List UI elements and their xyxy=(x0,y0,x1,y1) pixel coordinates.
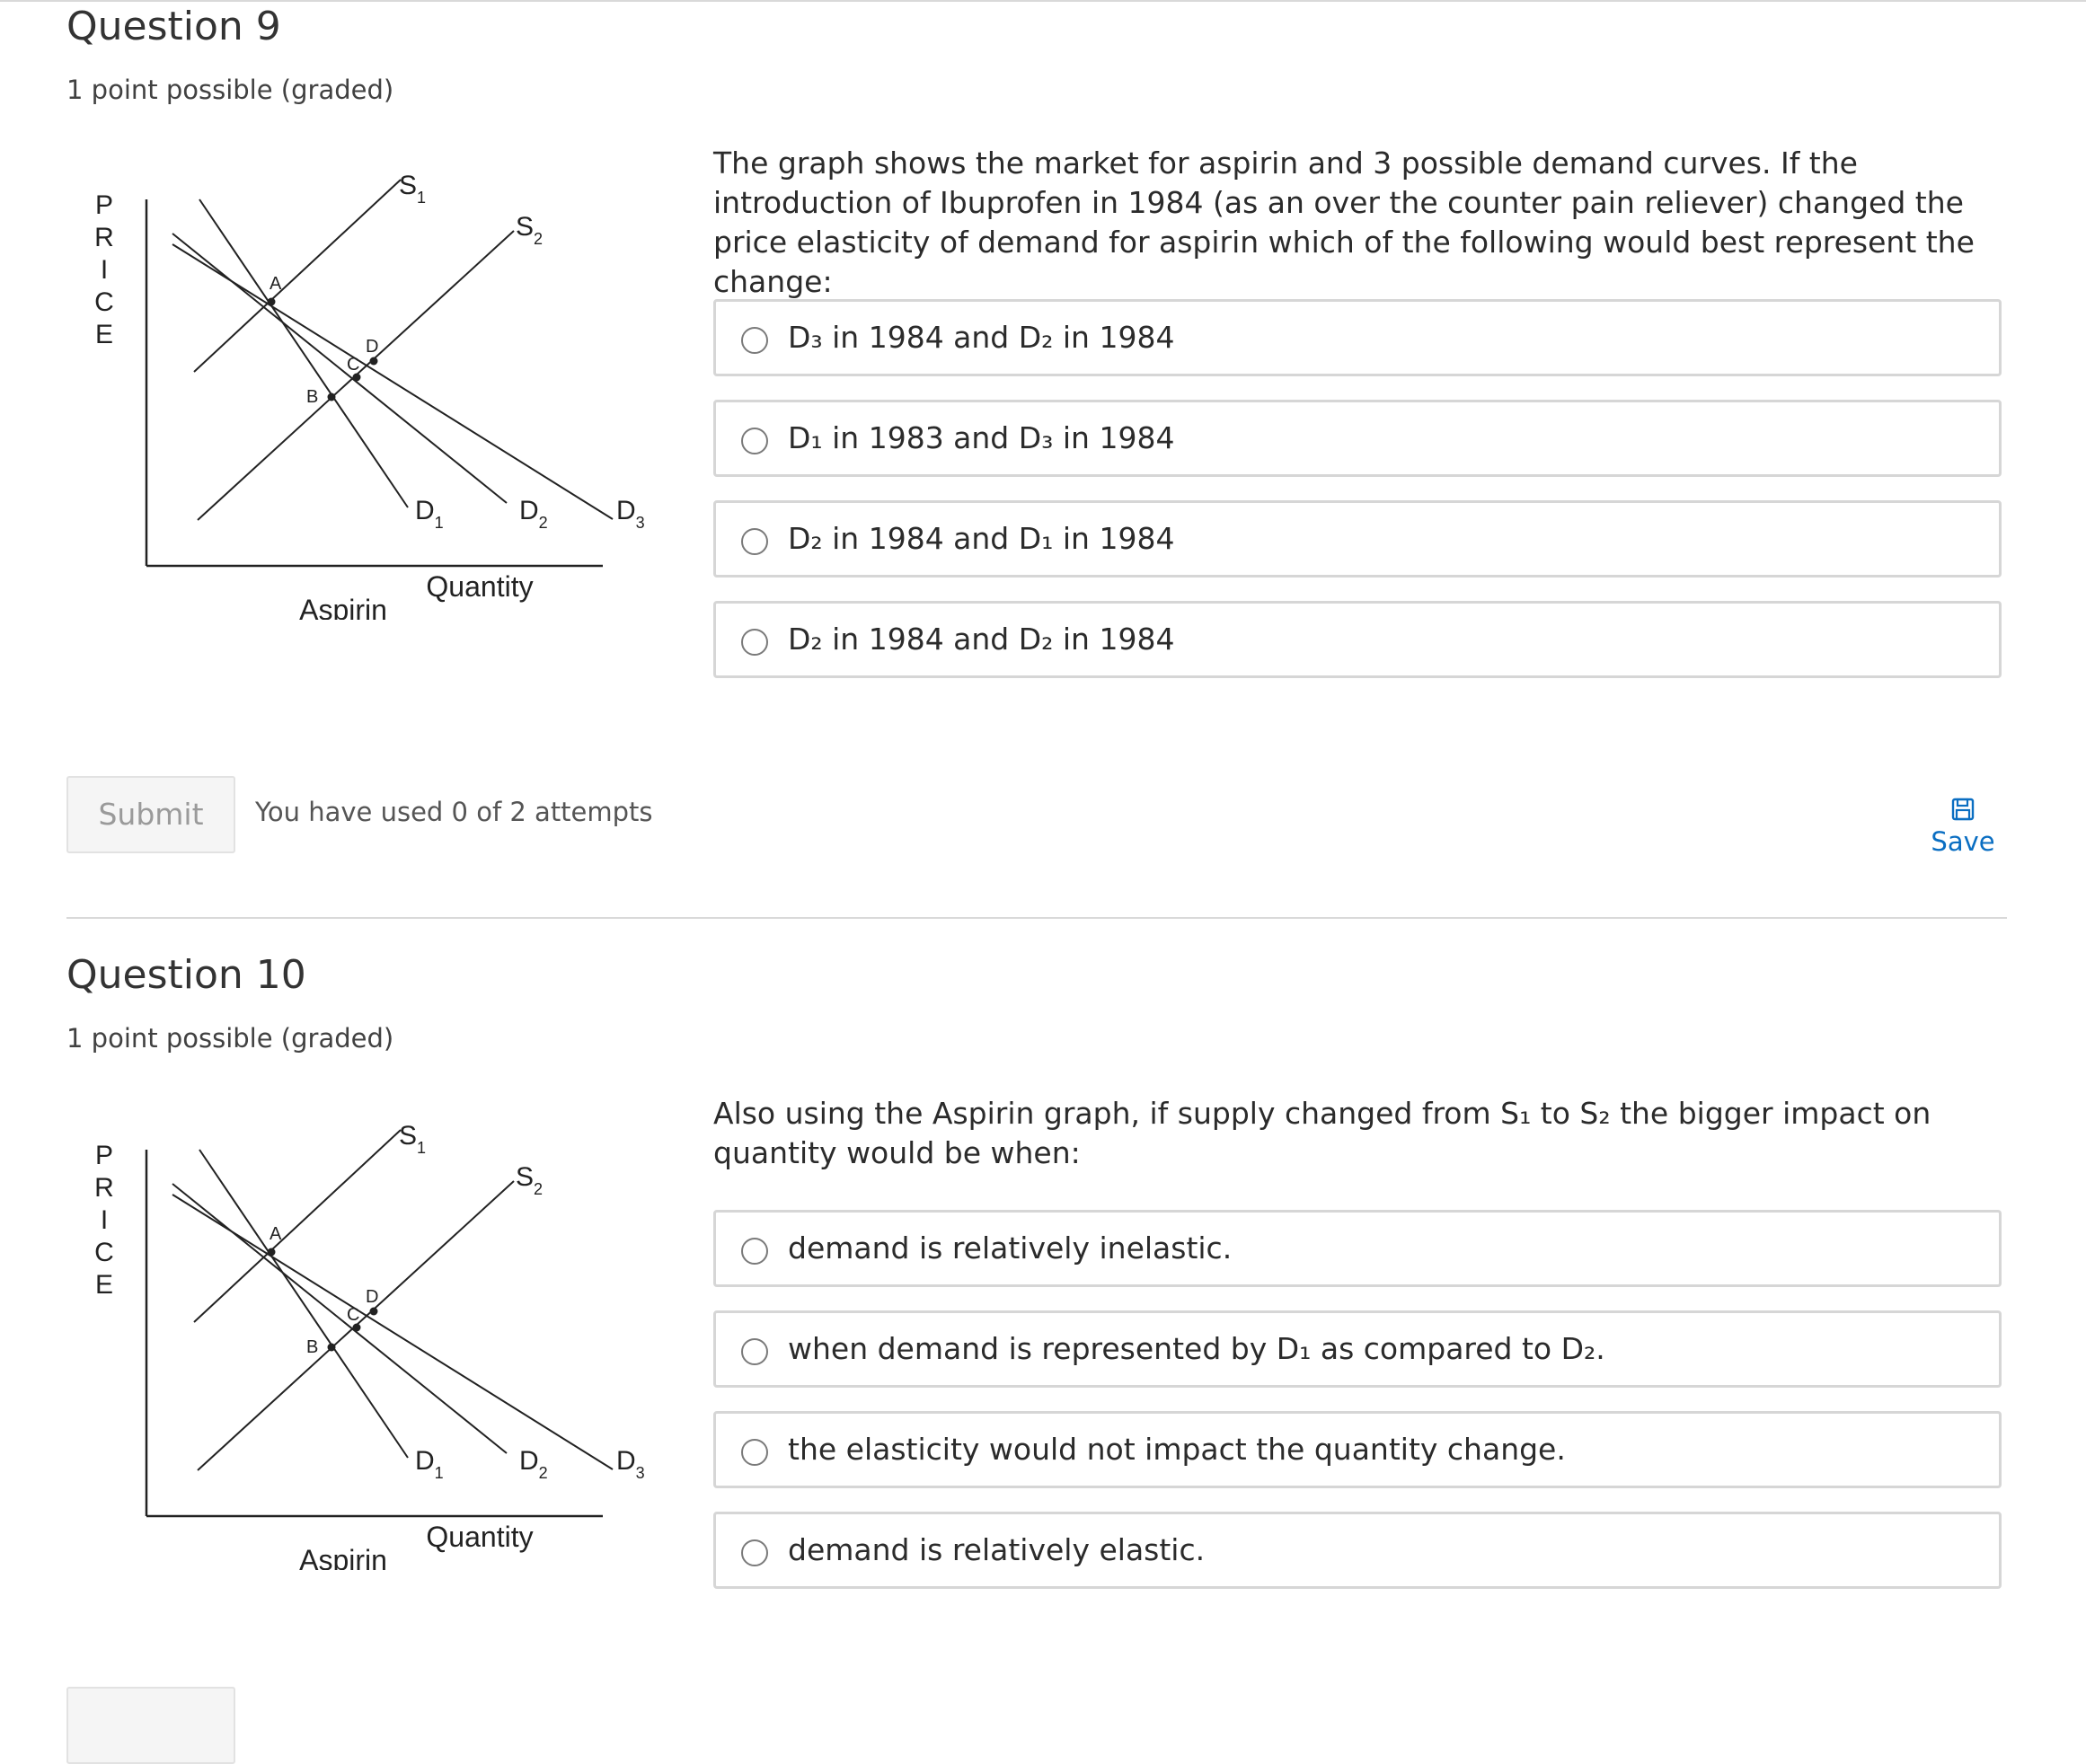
price-letter-p: P xyxy=(95,190,113,220)
aspirin-graph-svg: P R I C E A B C D S1 S2 D1 D2 D3 Quantit… xyxy=(94,171,645,620)
s2-label: S2 xyxy=(516,1162,543,1198)
x-axis-label: Quantity xyxy=(426,570,533,603)
s2-label: S2 xyxy=(516,212,543,248)
radio-button[interactable] xyxy=(741,1439,768,1466)
point-d xyxy=(369,1307,378,1316)
radio-button[interactable] xyxy=(741,1238,768,1265)
question-divider xyxy=(66,917,2007,919)
option-label: demand is relatively elastic. xyxy=(788,1532,1206,1567)
question-9-prompt: The graph shows the market for aspirin a… xyxy=(713,146,1975,299)
question-10-option-2[interactable]: when demand is represented by D₁ as comp… xyxy=(713,1310,2002,1388)
price-letter-r: R xyxy=(94,1173,114,1203)
price-letter-i: I xyxy=(101,255,108,285)
point-b xyxy=(327,392,336,401)
radio-button[interactable] xyxy=(741,1539,768,1566)
question-10-option-4[interactable]: demand is relatively elastic. xyxy=(713,1512,2002,1589)
option-label: the elasticity would not impact the quan… xyxy=(788,1432,1566,1467)
question-10-graph: P R I C E A B C D S1 S2 D1 D2 D3 Quantit… xyxy=(66,1103,677,1570)
option-label: D₃ in 1984 and D₂ in 1984 xyxy=(788,320,1175,355)
demand-curve-d3 xyxy=(172,1194,614,1470)
floppy-disk-icon xyxy=(1951,798,1975,821)
price-letter-c: C xyxy=(94,287,114,317)
radio-button[interactable] xyxy=(741,528,768,555)
d2-label: D2 xyxy=(519,496,548,532)
question-9-submit-button[interactable]: Submit xyxy=(66,776,235,853)
question-10-option-3[interactable]: the elasticity would not impact the quan… xyxy=(713,1411,2002,1488)
question-9-option-2[interactable]: D₁ in 1983 and D₃ in 1984 xyxy=(713,400,2002,477)
question-9-option-1[interactable]: D₃ in 1984 and D₂ in 1984 xyxy=(713,299,2002,376)
save-label: Save xyxy=(1931,826,1995,857)
question-10-title: Question 10 xyxy=(66,952,306,998)
demand-curve-d2 xyxy=(172,1183,508,1454)
point-b-label: B xyxy=(306,387,318,407)
option-label: when demand is represented by D₁ as comp… xyxy=(788,1331,1605,1366)
question-10-submit-button[interactable] xyxy=(66,1687,235,1764)
d3-label: D3 xyxy=(616,1446,645,1482)
question-10-points: 1 point possible (graded) xyxy=(66,1023,394,1054)
question-9-save-button[interactable]: Save xyxy=(1914,798,2012,857)
graph-caption: Aspirin xyxy=(299,594,387,620)
graph-caption: Aspirin xyxy=(299,1544,387,1570)
point-a-label: A xyxy=(270,1224,282,1244)
price-letter-e: E xyxy=(95,1270,113,1300)
d1-label: D1 xyxy=(415,496,444,532)
radio-button[interactable] xyxy=(741,428,768,454)
radio-button[interactable] xyxy=(741,327,768,354)
option-label: demand is relatively inelastic. xyxy=(788,1230,1233,1266)
d1-label: D1 xyxy=(415,1446,444,1482)
point-a-label: A xyxy=(270,274,282,294)
question-10-option-1[interactable]: demand is relatively inelastic. xyxy=(713,1210,2002,1287)
price-letter-r: R xyxy=(94,223,114,252)
radio-button[interactable] xyxy=(741,629,768,656)
price-letter-e: E xyxy=(95,320,113,349)
d2-label: D2 xyxy=(519,1446,548,1482)
s1-label: S1 xyxy=(399,1121,426,1157)
question-9-points: 1 point possible (graded) xyxy=(66,75,394,105)
x-axis-label: Quantity xyxy=(426,1521,533,1553)
option-label: D₂ in 1984 and D₂ in 1984 xyxy=(788,622,1175,657)
question-9-attempts-text: You have used 0 of 2 attempts xyxy=(255,797,653,827)
question-9-option-4[interactable]: D₂ in 1984 and D₂ in 1984 xyxy=(713,601,2002,678)
aspirin-graph-svg: P R I C E A B C D S1 S2 D1 D2 D3 Quantit… xyxy=(94,1121,645,1570)
point-a xyxy=(267,297,276,306)
s1-label: S1 xyxy=(399,171,426,207)
question-9-title: Question 9 xyxy=(66,4,281,49)
point-c-label: C xyxy=(347,355,359,375)
point-d-label: D xyxy=(366,1287,378,1307)
question-10-prompt: Also using the Aspirin graph, if supply … xyxy=(713,1096,1931,1170)
d3-label: D3 xyxy=(616,496,645,532)
demand-curve-d3 xyxy=(172,243,614,520)
point-c-label: C xyxy=(347,1305,359,1325)
radio-button[interactable] xyxy=(741,1338,768,1365)
demand-curve-d2 xyxy=(172,233,508,504)
point-b xyxy=(327,1343,336,1352)
point-a xyxy=(267,1248,276,1257)
price-letter-i: I xyxy=(101,1205,108,1235)
question-9-option-3[interactable]: D₂ in 1984 and D₁ in 1984 xyxy=(713,500,2002,578)
question-9-graph: P R I C E A B C D S1 S2 D1 D2 D3 Quantit… xyxy=(66,153,677,620)
option-label: D₂ in 1984 and D₁ in 1984 xyxy=(788,521,1175,556)
option-label: D₁ in 1983 and D₃ in 1984 xyxy=(788,420,1175,455)
price-letter-c: C xyxy=(94,1238,114,1267)
point-d-label: D xyxy=(366,337,378,357)
top-divider xyxy=(0,0,2086,2)
price-letter-p: P xyxy=(95,1141,113,1170)
point-d xyxy=(369,357,378,366)
point-b-label: B xyxy=(306,1337,318,1357)
